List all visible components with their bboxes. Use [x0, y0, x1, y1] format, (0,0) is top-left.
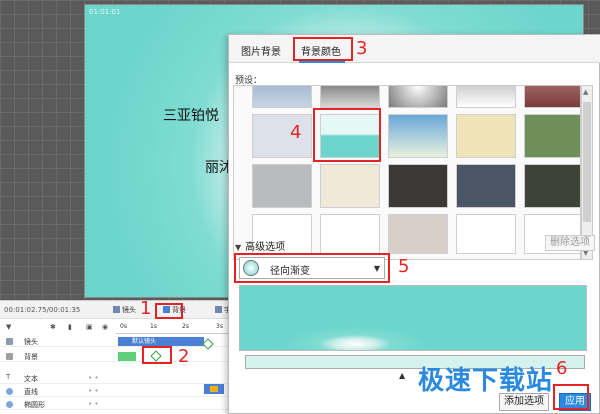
delete-option-button[interactable]: 删除选项 [545, 235, 595, 251]
track-text[interactable]: T 文本 • • [0, 373, 240, 384]
gear-icon[interactable]: ✱ [50, 323, 56, 331]
annotation-box-5 [234, 253, 390, 283]
watermark-text: 极速下载站 [418, 366, 554, 396]
annotation-number-2: 2 [178, 346, 190, 367]
preset-swatch[interactable] [320, 86, 380, 108]
trash-icon[interactable]: ▮ [68, 323, 72, 331]
tab-image-background[interactable]: 图片背景 [241, 43, 281, 58]
annotation-number-6: 6 [556, 358, 568, 379]
preset-swatch[interactable] [456, 164, 516, 208]
lock-icon[interactable]: ▣ [86, 323, 93, 331]
preset-swatch[interactable] [388, 114, 448, 158]
timeline-toolbar: 00:01:02.75/00:01:35 镜头 背景 字 [0, 301, 240, 319]
preset-swatch[interactable] [252, 164, 312, 208]
camera-button[interactable]: 镜头 [110, 304, 139, 316]
camera-icon [6, 338, 13, 345]
timeline-tools: ▼ ✱ ▮ ▣ ◉ [0, 320, 116, 334]
gradient-stop-marker-icon[interactable]: ▲ [399, 371, 405, 380]
timeline-panel: 00:01:02.75/00:01:35 镜头 背景 字 ▼ ✱ ▮ ▣ ◉ 0… [0, 300, 240, 414]
canvas-text-title[interactable]: 三亚铂悦 [163, 105, 219, 125]
eye-icon[interactable]: ◉ [102, 323, 108, 331]
ellipse-icon [6, 401, 13, 408]
preset-scrollbar[interactable]: ▲ ▼ [581, 85, 593, 260]
annotation-number-5: 5 [398, 256, 410, 277]
annotation-box-3 [293, 37, 353, 61]
preset-swatch[interactable] [456, 114, 516, 158]
annotation-box-4 [313, 108, 381, 162]
track-ellipse[interactable]: 椭圆形 • • [0, 399, 240, 410]
camera-icon [113, 306, 120, 313]
canvas-label: 01:01:01 [89, 8, 121, 16]
preset-swatch[interactable] [388, 214, 448, 254]
background-clip[interactable] [118, 352, 136, 361]
annotation-box-6 [553, 384, 589, 410]
caret-down-icon: ▼ [235, 243, 242, 252]
annotation-number-4: 4 [290, 122, 302, 143]
annotation-number-1: 1 [140, 298, 152, 319]
preset-swatch[interactable] [524, 114, 580, 158]
text-icon [215, 306, 222, 313]
preset-swatch[interactable] [388, 164, 448, 208]
preset-swatch[interactable] [320, 164, 380, 208]
preset-swatch[interactable] [252, 86, 312, 108]
annotation-number-3: 3 [356, 38, 368, 59]
track-background[interactable]: 背景 [0, 351, 240, 362]
scroll-thumb[interactable] [583, 102, 591, 222]
camera-clip[interactable]: 默认镜头 [118, 337, 204, 346]
background-icon [6, 353, 13, 360]
annotation-box-1 [155, 303, 183, 319]
annotation-box-2 [142, 346, 172, 364]
preset-swatch[interactable] [456, 86, 516, 108]
preset-swatch[interactable] [388, 86, 448, 108]
preset-grid [233, 85, 581, 260]
gradient-preview[interactable] [239, 285, 587, 351]
filter-icon[interactable]: ▼ [6, 323, 11, 331]
advanced-options-header[interactable]: ▼ 高级选项 [235, 238, 285, 253]
preset-swatch[interactable] [252, 114, 312, 158]
preset-swatch[interactable] [524, 164, 580, 208]
preset-swatch[interactable] [524, 86, 580, 108]
timeline-time: 00:01:02.75/00:01:35 [4, 306, 81, 314]
preset-swatch[interactable] [320, 214, 380, 254]
dialog-tabs: 图片背景 背景颜色 [229, 35, 600, 63]
active-tab-indicator [299, 61, 345, 63]
line-keyframe[interactable] [210, 386, 218, 392]
preset-swatch[interactable] [456, 214, 516, 254]
background-dialog: 图片背景 背景颜色 预设： ▲ ▼ ▼ 高级选项 删除选项 径向渐变 ▼ ▲ 添… [228, 34, 600, 414]
line-icon [6, 388, 13, 395]
timeline-ruler[interactable]: 0s 1s 2s 3s [116, 320, 240, 334]
scroll-up-icon[interactable]: ▲ [583, 88, 588, 96]
text-icon: T [6, 373, 11, 381]
